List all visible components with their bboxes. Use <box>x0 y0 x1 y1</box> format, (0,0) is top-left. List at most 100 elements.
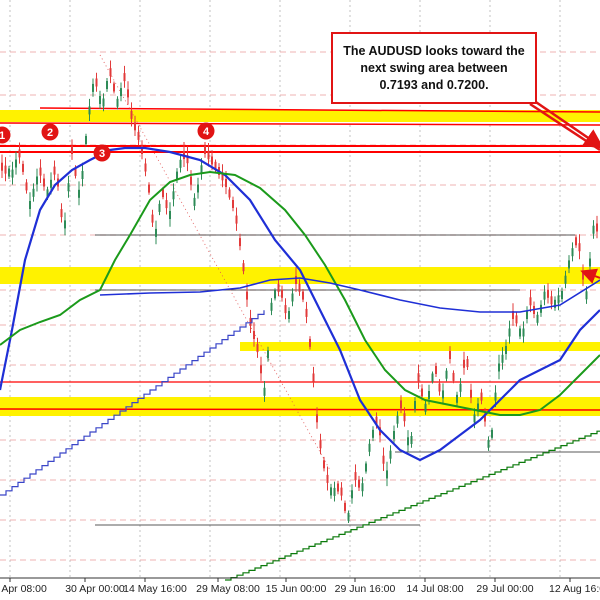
price-bar-body <box>396 415 399 424</box>
swing-zone <box>240 342 600 351</box>
price-bar-body <box>351 490 353 499</box>
price-bar-body <box>225 179 227 187</box>
price-bar-body <box>18 149 21 158</box>
price-bar-body <box>92 83 94 92</box>
price-bar-body <box>270 302 273 311</box>
price-bar-body <box>162 189 164 198</box>
price-bar-body <box>123 73 126 82</box>
price-bar-body <box>288 311 290 319</box>
x-tick-label: 15 Jun 00:00 <box>266 583 327 595</box>
price-bar-body <box>102 98 105 107</box>
price-bar-body <box>403 413 406 422</box>
price-bar-body <box>130 110 133 119</box>
price-bar-body <box>78 189 80 198</box>
price-bar-body <box>36 176 38 185</box>
price-bar-body <box>494 392 497 401</box>
price-bar-body <box>536 314 539 323</box>
price-bar-body <box>592 225 595 234</box>
price-bar-body <box>8 168 10 177</box>
price-bar-body <box>575 237 577 246</box>
price-bar-body <box>4 165 7 174</box>
swing-zones <box>0 110 600 416</box>
price-bar-body <box>407 437 409 446</box>
price-bar-body <box>137 131 140 140</box>
price-bar-body <box>305 308 308 317</box>
price-bar-body <box>274 290 276 299</box>
x-tick-label: 14 Jul 08:00 <box>406 583 463 595</box>
moving-averages <box>0 146 600 581</box>
price-bar-body <box>417 373 420 382</box>
price-bar-body <box>207 151 210 160</box>
swing-marker-label: 3 <box>99 148 105 160</box>
price-bar-body <box>480 392 483 401</box>
price-bar-body <box>200 165 203 174</box>
price-bar-body <box>435 366 437 374</box>
price-bar-body <box>501 354 504 363</box>
price-bar-body <box>29 201 31 209</box>
price-bar-body <box>81 171 84 179</box>
price-bar-body <box>393 431 395 439</box>
price-bar-body <box>578 243 581 252</box>
annotation-line: next swing area between <box>360 60 508 75</box>
price-bar-body <box>169 211 171 219</box>
price-bar-body <box>487 439 490 448</box>
price-bar-body <box>340 487 343 496</box>
price-bar-body <box>505 346 507 354</box>
price-bar-body <box>113 83 115 92</box>
price-bar-body <box>179 159 182 168</box>
price-bar-body <box>428 391 430 399</box>
price-bar-body <box>568 260 570 269</box>
price-bar-body <box>585 291 588 300</box>
price-bar-body <box>438 383 441 392</box>
price-bar-body <box>596 223 598 232</box>
price-bar-body <box>547 289 549 298</box>
price-bar-body <box>120 88 122 97</box>
price-bar-body <box>43 178 45 187</box>
price-bar-body <box>557 295 560 304</box>
price-bar-body <box>148 184 150 193</box>
price-bar-body <box>109 68 112 77</box>
price-bar-body <box>190 176 192 185</box>
price-bar-body <box>456 394 458 403</box>
price-bar-body <box>302 291 304 300</box>
price-bar-body <box>550 296 553 305</box>
x-tick-label: 14 May 16:00 <box>123 583 187 595</box>
price-bar-body <box>64 220 66 229</box>
price-bar-body <box>389 450 392 459</box>
price-bar-body <box>256 344 259 353</box>
price-bar-body <box>228 189 231 198</box>
price-bar-body <box>466 359 469 368</box>
price-bar-body <box>127 89 129 98</box>
price-bar-body <box>158 203 161 212</box>
price-bar-body <box>354 472 357 481</box>
price-bar-body <box>361 483 364 492</box>
price-bar-body <box>410 436 413 444</box>
annotation-box: The AUDUSD looks toward the next swing a… <box>331 32 537 104</box>
swing-marker-label: 4 <box>203 126 210 138</box>
price-bar-body <box>522 328 525 337</box>
price-bar-body <box>284 305 287 314</box>
price-bar-body <box>365 463 367 472</box>
price-bar-body <box>235 215 238 224</box>
price-bar-body <box>589 258 591 267</box>
price-bar-body <box>323 460 325 469</box>
price-bar-body <box>263 387 266 396</box>
x-tick-label: 29 May 08:00 <box>196 583 260 595</box>
price-bar-body <box>508 328 511 337</box>
price-bar-body <box>1 162 3 171</box>
swing-zone <box>0 397 600 416</box>
price-bar-body <box>561 291 563 299</box>
price-bar-body <box>337 483 339 492</box>
price-bar-body <box>519 328 521 337</box>
price-bar-body <box>424 403 427 412</box>
price-bar-body <box>498 363 500 372</box>
price-bar-body <box>277 283 280 292</box>
price-bar-body <box>295 276 297 284</box>
x-tick-label: 29 Jul 00:00 <box>476 583 533 595</box>
price-bar-body <box>291 293 294 302</box>
price-bar-body <box>515 315 518 324</box>
price-bar-body <box>15 159 17 168</box>
price-bar-body <box>88 106 91 115</box>
price-bar-body <box>53 166 56 175</box>
price-bar-body <box>71 146 73 154</box>
